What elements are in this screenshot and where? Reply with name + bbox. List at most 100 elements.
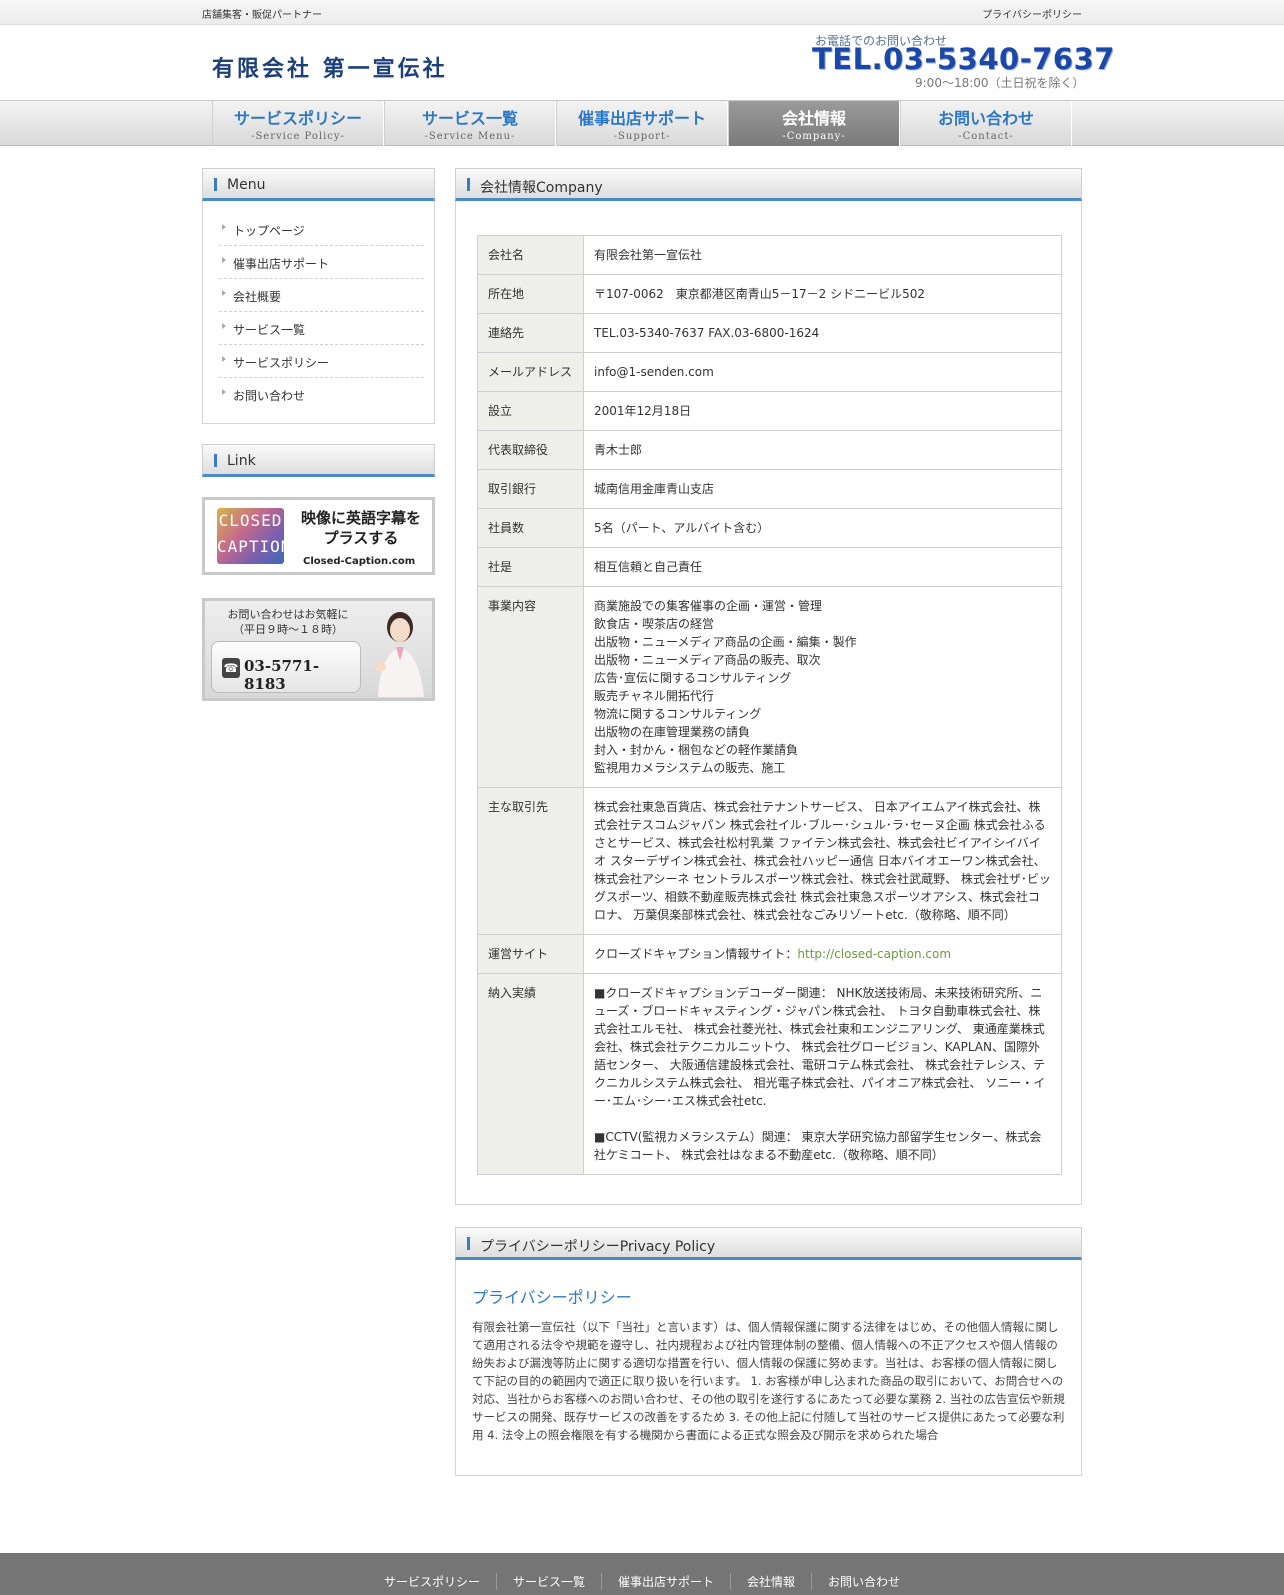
operator-illustration [374,612,424,697]
menu-item-top[interactable]: トップページ [219,213,424,246]
privacy-heading: プライバシーポリシー [472,1288,632,1307]
closed-caption-logo: CLOSED CAPTION [217,508,292,564]
triangle-right-icon [222,323,226,329]
side-menu: トップページ 催事出店サポート 会社概要 サービス一覧 サービスポリシー お問い… [202,201,435,424]
menu-item-support[interactable]: 催事出店サポート [219,246,424,279]
table-row: 代表取締役 青木士郎 [477,430,1062,470]
logo-text: CAPTION [217,537,292,556]
table-row: 主な取引先 株式会社東急百貨店、株式会社テナントサービス、 日本アイエムアイ株式会… [477,787,1062,935]
phone-icon: ☎ [222,658,240,678]
menu-item-contact[interactable]: お問い合わせ [219,378,424,411]
menu-item-label: 会社概要 [233,290,282,304]
menu-item-label: 催事出店サポート [233,257,330,271]
site-label: クローズドキャプション情報サイト： [594,947,798,961]
row-key: 代表取締役 [477,430,584,470]
footer-link-service-policy[interactable]: サービスポリシー [368,1573,496,1590]
nav-sublabel: -Service Policy- [251,131,345,142]
nav-label: サービス一覧 [421,109,518,128]
row-key: 社員数 [477,508,584,548]
menu-item-company[interactable]: 会社概要 [219,279,424,312]
menu-item-label: お問い合わせ [233,389,306,403]
top-bar: 店舗集客・販促パートナー プライバシーポリシー [0,0,1284,25]
heading-bar-icon [467,178,470,191]
row-value: 商業施設での集客催事の企画・運営・管理 飲食店・喫茶店の経営 出版物・ニューメデ… [583,586,1062,788]
privacy-link-top[interactable]: プライバシーポリシー [982,6,1082,21]
table-row: 事業内容 商業施設での集客催事の企画・運営・管理 飲食店・喫茶店の経営 出版物・ニ… [477,586,1062,788]
menu-item-policy[interactable]: サービスポリシー [219,345,424,378]
nav-service-policy[interactable]: サービスポリシー -Service Policy- [212,101,384,146]
row-value[interactable]: info@1-senden.com [583,352,1062,392]
triangle-right-icon [222,356,226,362]
table-row: 社是 相互信頼と自己責任 [477,547,1062,587]
nav-label: 催事出店サポート [577,109,706,128]
menu-item-services[interactable]: サービス一覧 [219,312,424,345]
row-key: 社是 [477,547,584,587]
heading-bar-icon [214,178,217,191]
company-box: 会社名 有限会社第一宣伝社 所在地 〒107-0062 東京都港区南青山5－17－2… [455,201,1082,1205]
menu-item-label: サービス一覧 [233,323,306,337]
row-value: 青木士郎 [583,430,1062,470]
footer-link-support[interactable]: 催事出店サポート [600,1573,730,1590]
row-value: TEL.03-5340-7637 FAX.03-6800-1624 [583,313,1062,353]
menu-item-label: トップページ [233,224,305,238]
triangle-right-icon [222,389,226,395]
table-row: 連絡先 TEL.03-5340-7637 FAX.03-6800-1624 [477,313,1062,353]
footer-link-contact[interactable]: お問い合わせ [811,1573,916,1590]
heading-bar-icon [467,1237,470,1250]
company-logo[interactable]: 有限会社 第一宣伝社 [212,51,448,83]
row-key: 所在地 [477,274,584,314]
row-value: 株式会社東急百貨店、株式会社テナントサービス、 日本アイエムアイ株式会社、株式会… [583,787,1062,935]
table-row: 設立 2001年12月18日 [477,391,1062,431]
heading-bar-icon [214,454,217,467]
banner-line: プラスする [323,529,399,547]
row-value: 2001年12月18日 [583,391,1062,431]
row-value: 城南信用金庫青山支店 [583,469,1062,509]
privacy-heading-bar: プライバシーポリシーPrivacy Policy [455,1227,1082,1260]
footer-nav: サービスポリシー サービス一覧 催事出店サポート 会社情報 お問い合わせ [0,1573,1284,1590]
company-info-table: 会社名 有限会社第一宣伝社 所在地 〒107-0062 東京都港区南青山5－17－2… [477,235,1062,1175]
footer-link-services[interactable]: サービス一覧 [495,1573,601,1590]
banner-line: （平日９時～１８時） [233,623,343,636]
footer-link-company[interactable]: 会社情報 [730,1573,811,1590]
nav-label: お問い合わせ [937,109,1034,128]
link-heading: Link [202,444,435,477]
nav-contact[interactable]: お問い合わせ -Contact- [900,101,1072,146]
global-nav: サービスポリシー -Service Policy- サービス一覧 -Servic… [0,100,1284,146]
privacy-box: プライバシーポリシー 有限会社第一宣伝社（以下「当社」と言います）は、個人情報保… [455,1260,1082,1476]
sidebar: Menu トップページ 催事出店サポート 会社概要 サービス一覧 サービスポリシ… [202,168,435,701]
privacy-section: プライバシーポリシーPrivacy Policy プライバシーポリシー 有限会社… [455,1227,1082,1476]
table-row: 所在地 〒107-0062 東京都港区南青山5－17－2 シドニービル502 [477,274,1062,314]
triangle-right-icon [222,224,226,230]
link-title: Link [227,453,256,469]
company-title: 会社情報Company [480,180,603,196]
triangle-right-icon [222,290,226,296]
nav-service-menu[interactable]: サービス一覧 -Service Menu- [384,101,556,146]
closed-caption-banner[interactable]: CLOSED CAPTION 映像に英語字幕を プラスする Closed-Cap… [202,497,435,575]
contact-banner[interactable]: お問い合わせはお気軽に （平日９時～１８時） ☎ 03-5771-8183 [202,598,435,701]
row-value: クローズドキャプション情報サイト：http://closed-caption.c… [583,934,1062,974]
contact-phone: 03-5771-8183 [244,657,320,693]
row-key: 会社名 [477,235,584,275]
row-key: 主な取引先 [477,787,584,935]
table-row: 会社名 有限会社第一宣伝社 [477,235,1062,275]
row-key: 設立 [477,391,584,431]
nav-sublabel: -Service Menu- [424,131,516,142]
nav-label: 会社情報 [781,109,846,128]
menu-heading: Menu [202,168,435,201]
site-link[interactable]: http://closed-caption.com [797,947,951,961]
banner-site: Closed-Caption.com [303,556,416,567]
table-row: 社員数 5名（パート、アルバイト含む） [477,508,1062,548]
delivery-cctv: ■CCTV(監視カメラシステム）関連： 東京大学研究協力部留学生センター、株式会… [594,1130,1042,1162]
nav-sublabel: -Support- [613,131,671,142]
banner-line: 映像に英語字幕を [300,509,421,527]
company-heading: 会社情報Company [455,168,1082,201]
row-key: メールアドレス [477,352,584,392]
row-key: 連絡先 [477,313,584,353]
logo-text: CLOSED [218,511,283,530]
header: 有限会社 第一宣伝社 お電話でのお問い合わせ TEL.03-5340-7637 … [0,25,1284,100]
nav-support[interactable]: 催事出店サポート -Support- [556,101,728,146]
nav-company[interactable]: 会社情報 -Company- [728,101,900,146]
row-value: 5名（パート、アルバイト含む） [583,508,1062,548]
row-value: 〒107-0062 東京都港区南青山5－17－2 シドニービル502 [583,274,1062,314]
banner-text: 映像に英語字幕を プラスする [293,508,429,548]
